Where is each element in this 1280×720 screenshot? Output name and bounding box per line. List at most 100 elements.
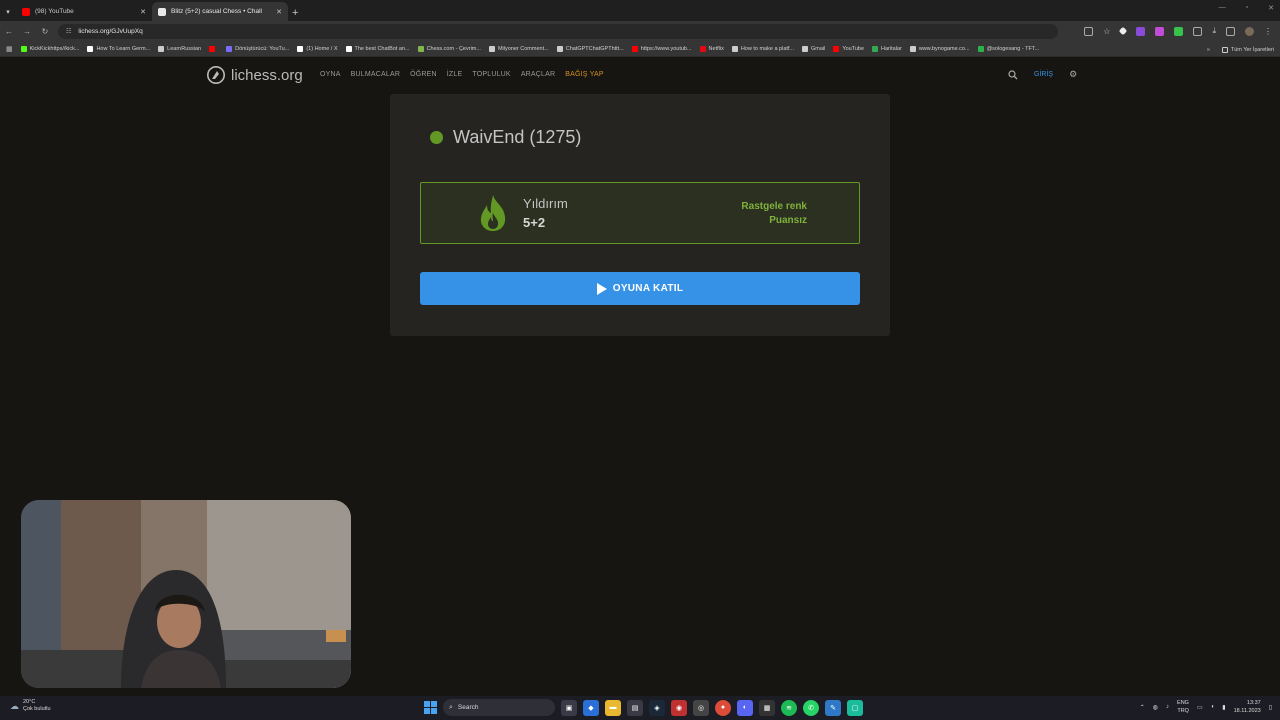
bookmark-item[interactable]: www.bynogame.co... [909, 46, 970, 52]
variant-name: Yıldırım [523, 196, 568, 211]
bookmark-item[interactable] [209, 46, 218, 52]
reload-icon[interactable]: ↻ [36, 27, 54, 36]
extension-icon[interactable] [1136, 26, 1146, 36]
maximize-icon[interactable]: ▫ [1246, 4, 1248, 12]
app-icon[interactable]: ◉ [671, 699, 687, 716]
app-icon[interactable]: ▢ [847, 699, 863, 716]
bookmark-item[interactable]: Netflix [699, 46, 724, 52]
site-logo[interactable]: lichess.org [206, 65, 303, 85]
bookmark-item[interactable]: @sologesang - TFT... [977, 46, 1039, 52]
spotify-icon[interactable]: ≋ [781, 699, 797, 716]
chevron-up-icon[interactable]: ⌃ [1140, 704, 1145, 711]
bookmark-item[interactable]: https://www.youtub... [631, 46, 692, 52]
chrome-icon[interactable]: ● [715, 699, 731, 716]
webcam-overlay [21, 500, 351, 688]
nav-community[interactable]: TOPLULUK [472, 71, 510, 78]
bookmark-item[interactable]: KickKickhttps//kick... [20, 46, 79, 52]
search-icon[interactable] [1008, 69, 1018, 80]
bookmark-item[interactable]: ChatGPTChatGPThttt... [556, 46, 624, 52]
bookmark-label: Netflix [708, 46, 724, 52]
close-tab-icon[interactable]: ✕ [140, 8, 146, 16]
bookmark-star-icon[interactable]: ☆ [1103, 27, 1110, 36]
new-tab-icon[interactable]: + [292, 7, 298, 21]
clock[interactable]: 13:37 18.11.2023 [1234, 699, 1261, 715]
bookmark-item[interactable]: Chess.com - Çevrim... [417, 46, 481, 52]
close-window-icon[interactable]: ✕ [1268, 4, 1274, 12]
download-icon[interactable]: ⤓ [1212, 26, 1216, 36]
login-link[interactable]: GİRİŞ [1034, 71, 1053, 78]
bookmark-item[interactable]: LearnRussian [158, 46, 201, 52]
menu-dots-icon[interactable]: ⋮ [1264, 27, 1272, 36]
extension-icon[interactable] [1174, 26, 1184, 36]
cast-icon[interactable] [1084, 26, 1094, 36]
all-bookmarks-folder[interactable]: Tüm Yer İşaretleri [1221, 46, 1274, 53]
nav-learn[interactable]: ÖĞREN [410, 71, 437, 78]
network-icon[interactable]: ▭ [1197, 704, 1203, 711]
windows-start-icon[interactable] [424, 701, 437, 714]
app-icon[interactable]: ▦ [759, 699, 775, 716]
bookmark-item[interactable]: (1) Home / X [297, 46, 338, 52]
chevron-right-icon[interactable]: » [1207, 47, 1210, 53]
nav-play[interactable]: OYNA [320, 71, 341, 78]
lichess-logo-icon [207, 66, 225, 84]
copilot-icon[interactable]: ◆ [583, 699, 599, 716]
whatsapp-icon[interactable]: ✆ [803, 699, 819, 716]
bookmark-item[interactable]: Haritalar [872, 46, 902, 52]
bookmark-item[interactable]: Dönüştürücü: YouTu... [226, 46, 289, 52]
bookmark-item[interactable]: Gmail [802, 46, 825, 52]
clock-time: 13:37 [1246, 700, 1261, 706]
folder-icon [1221, 46, 1228, 53]
volume-icon[interactable]: ◖ [1211, 704, 1215, 710]
bookmark-item[interactable]: Milyoner Comment... [488, 46, 549, 52]
tray-app-icon[interactable]: ◍ [1153, 704, 1158, 711]
url-input[interactable]: ☷ lichess.org/GJvUupXq [58, 24, 1058, 39]
gear-icon[interactable]: ⚙ [1069, 69, 1077, 80]
file-explorer-icon[interactable]: ▬ [605, 699, 621, 716]
avatar[interactable] [1245, 26, 1254, 36]
bookmark-favicon-icon [345, 46, 352, 52]
bookmark-item[interactable]: The best ChatBot an... [345, 46, 410, 52]
task-view-icon[interactable]: ▣ [561, 699, 577, 716]
tab-search-icon[interactable]: ▾ [0, 2, 16, 21]
forward-icon[interactable]: → [18, 27, 36, 36]
reading-list-icon[interactable] [1226, 26, 1235, 36]
opponent-name[interactable]: WaivEnd (1275) [453, 127, 581, 148]
extension-icon[interactable] [1155, 26, 1165, 36]
bookmark-item[interactable]: YouTube [833, 46, 864, 52]
nav-donate[interactable]: BAĞIŞ YAP [565, 71, 604, 78]
nav-puzzles[interactable]: BULMACALAR [351, 71, 400, 78]
tab-youtube[interactable]: (98) YouTube ✕ [16, 2, 152, 21]
extensions-puzzle-icon[interactable] [1193, 26, 1203, 36]
lang-bottom: TRQ [1177, 708, 1189, 714]
app-icon[interactable]: ◎ [693, 699, 709, 716]
bookmark-favicon-icon [209, 46, 216, 52]
clock-date: 18.11.2023 [1233, 708, 1261, 714]
tab-lichess[interactable]: Blitz (5+2) casual Chess • Chall ✕ [152, 2, 288, 21]
taskbar-search-input[interactable]: ⌕ Search [443, 699, 555, 716]
apps-grid-icon[interactable]: ▦ [6, 45, 13, 53]
game-meta: Rastgele renk Puansız [741, 200, 807, 228]
app-icon[interactable]: ✎ [825, 699, 841, 716]
notification-icon[interactable]: ▯ [1269, 704, 1272, 711]
close-tab-icon[interactable]: ✕ [276, 8, 282, 16]
minimize-icon[interactable]: — [1219, 4, 1226, 12]
bookmark-favicon-icon [297, 46, 304, 52]
battery-icon[interactable]: ▮ [1222, 704, 1225, 711]
store-icon[interactable]: ▤ [627, 699, 643, 716]
weather-widget[interactable]: ☁ 20°C Çok bulutlu [10, 699, 51, 713]
weather-temp: 20°C [23, 699, 36, 705]
discord-icon[interactable]: ◐ [737, 699, 753, 716]
microphone-icon[interactable]: ♪ [1166, 704, 1169, 710]
steam-icon[interactable]: ◈ [649, 699, 665, 716]
back-icon[interactable]: ← [0, 27, 18, 36]
bookmark-item[interactable]: How to make a platf... [731, 46, 794, 52]
language-indicator[interactable]: ENG TRQ [1177, 699, 1189, 715]
join-game-button[interactable]: OYUNA KATIL [420, 272, 860, 305]
bookmark-item[interactable]: How To Learn Germ... [87, 46, 150, 52]
bookmark-favicon-icon [556, 46, 563, 52]
extension-icon[interactable] [1119, 26, 1128, 36]
nav-watch[interactable]: İZLE [447, 71, 463, 78]
bookmark-label: Gmail [811, 46, 826, 52]
nav-tools[interactable]: ARAÇLAR [521, 71, 555, 78]
site-info-icon[interactable]: ☷ [66, 28, 71, 35]
